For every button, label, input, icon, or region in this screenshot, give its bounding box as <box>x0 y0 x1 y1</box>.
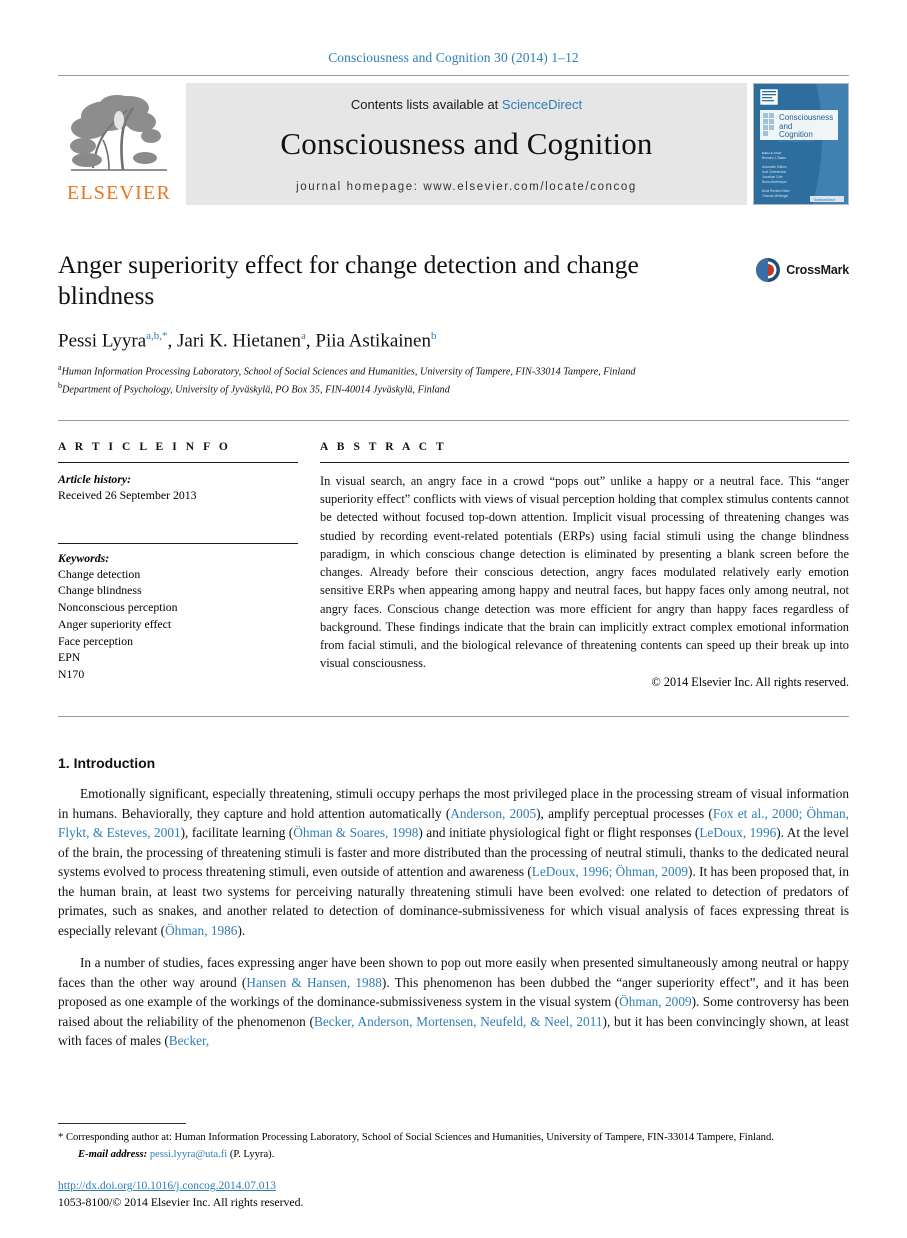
keyword-item: N170 <box>58 667 85 682</box>
svg-text:Editor-in-Chief: Editor-in-Chief <box>762 151 781 155</box>
footnote-area: * Corresponding author at: Human Informa… <box>58 1122 849 1160</box>
affiliation-list: aHuman Information Processing Laboratory… <box>58 362 849 398</box>
email-link[interactable]: pessi.lyyra@uta.fi <box>150 1149 227 1160</box>
abstract-rule <box>320 461 849 463</box>
abstract-body-divider <box>58 716 849 718</box>
keywords-rule <box>58 542 298 544</box>
affiliation-text: Department of Psychology, University of … <box>62 384 450 396</box>
citation-link[interactable]: LeDoux, 1996; Öhman, 2009 <box>532 864 688 879</box>
svg-text:Jonathan Cole: Jonathan Cole <box>762 175 783 179</box>
author-marks: a <box>301 330 306 343</box>
citation-link[interactable]: Öhman, 2009 <box>619 994 692 1009</box>
elsevier-tree-icon <box>63 90 175 182</box>
keywords-list: Change detection Change blindness Noncon… <box>58 566 298 683</box>
keyword-item: EPN <box>58 650 81 665</box>
svg-text:Axel Cleeremans: Axel Cleeremans <box>762 170 787 174</box>
keywords-label: Keywords: <box>58 550 110 565</box>
author-marks: a,b,* <box>146 330 168 343</box>
section-title-introduction: 1. Introduction <box>58 755 156 772</box>
contents-prefix: Contents lists available at <box>350 97 502 112</box>
abstract-text: In visual search, an angry face in a cro… <box>320 473 849 671</box>
citation-link[interactable]: Anderson, 2005 <box>450 806 536 821</box>
title-abstract-divider <box>58 419 849 421</box>
crossmark-icon <box>756 258 781 282</box>
citation-link[interactable]: Becker, Anderson, Mortensen, Neufeld, & … <box>314 1014 603 1029</box>
text-run: ). <box>237 922 246 938</box>
citation-link[interactable]: Öhman & Soares, 1998 <box>293 825 418 840</box>
running-head: Consciousness and Cognition 30 (2014) 1–… <box>328 50 579 65</box>
info-abstract-row: A R T I C L E I N F O Article history: R… <box>58 441 849 691</box>
author-name: Pessi Lyyra <box>58 330 147 352</box>
citation-link[interactable]: Becker, <box>169 1033 209 1048</box>
text-run: ), facilitate learning ( <box>180 825 294 841</box>
intro-paragraph-2: In a number of studies, faces expressing… <box>58 953 849 1050</box>
author-name: Jari K. Hietanen <box>177 330 302 352</box>
sciencedirect-link[interactable]: ScienceDirect <box>502 97 582 112</box>
svg-text:An International Journal: An International Journal <box>779 139 815 143</box>
keyword-item: Face perception <box>58 633 134 648</box>
contents-available-line: Contents lists available at ScienceDirec… <box>351 97 582 112</box>
author-marks: b <box>430 330 437 343</box>
article-history-label: Article history: <box>58 471 132 486</box>
doi-link[interactable]: http://dx.doi.org/10.1016/j.concog.2014.… <box>58 1180 276 1192</box>
keyword-item: Change blindness <box>58 583 142 598</box>
svg-text:Bernard J. Baars: Bernard J. Baars <box>762 156 786 160</box>
svg-text:Consciousness: Consciousness <box>779 113 833 122</box>
corresponding-author-note: * Corresponding author at: Human Informa… <box>58 1131 774 1143</box>
footer-area: http://dx.doi.org/10.1016/j.concog.2014.… <box>58 1176 304 1210</box>
abstract-heading: A B S T R A C T <box>320 440 447 453</box>
journal-band: Contents lists available at ScienceDirec… <box>186 83 747 205</box>
svg-text:Associate Editors: Associate Editors <box>762 165 787 169</box>
article-page: Consciousness and Cognition 30 (2014) 1–… <box>0 0 907 1238</box>
abstract-column: A B S T R A C T In visual search, an ang… <box>320 441 849 691</box>
article-info-rule <box>58 461 298 463</box>
journal-cover-thumbnail: Consciousness and Cognition An Internati… <box>753 83 849 205</box>
affiliation-item: bDepartment of Psychology, University of… <box>58 380 849 398</box>
author-name: Piia Astikainen <box>315 330 431 352</box>
title-block: Anger superiority effect for change dete… <box>58 249 849 398</box>
keywords-block: Keywords: Change detection Change blindn… <box>58 542 298 683</box>
citation-link[interactable]: Öhman, 1986 <box>165 923 237 938</box>
page-title: Anger superiority effect for change dete… <box>58 250 639 311</box>
svg-text:Thomas Metzinger: Thomas Metzinger <box>762 194 789 198</box>
elsevier-logo: ELSEVIER <box>58 83 180 205</box>
svg-text:Bruno Breitmeyer: Bruno Breitmeyer <box>762 180 788 184</box>
article-info-heading: A R T I C L E I N F O <box>58 440 231 453</box>
citation-link[interactable]: LeDoux, 1996 <box>699 825 776 840</box>
affiliation-item: aHuman Information Processing Laboratory… <box>58 362 849 380</box>
keyword-item: Change detection <box>58 566 141 581</box>
intro-paragraph-1: Emotionally significant, especially thre… <box>58 784 849 940</box>
email-note: E-mail address: pessi.lyyra@uta.fi (P. L… <box>58 1149 849 1160</box>
crossmark-badge[interactable]: CrossMark <box>755 257 849 283</box>
header-divider <box>58 75 849 76</box>
text-run: ) and initiate physiological fight or fl… <box>418 825 700 841</box>
article-info-column: A R T I C L E I N F O Article history: R… <box>58 441 298 691</box>
footnote-divider <box>58 1122 186 1124</box>
svg-text:Cognition: Cognition <box>779 130 813 139</box>
journal-homepage: journal homepage: www.elsevier.com/locat… <box>296 181 637 193</box>
journal-masthead: ELSEVIER Contents lists available at Sci… <box>58 83 849 205</box>
citation-link[interactable]: Hansen & Hansen, 1988 <box>246 975 382 990</box>
author-list: Pessi Lyyraa,b,*, Jari K. Hietanena, Pii… <box>58 330 437 352</box>
email-label: E-mail address: <box>78 1149 148 1160</box>
svg-text:Book Review Editor: Book Review Editor <box>762 189 791 193</box>
keyword-item: Anger superiority effect <box>58 616 172 631</box>
journal-title: Consciousness and Cognition <box>280 126 653 161</box>
crossmark-label: CrossMark <box>786 263 849 277</box>
abstract-copyright: © 2014 Elsevier Inc. All rights reserved… <box>651 675 849 690</box>
issn-copyright: 1053-8100/© 2014 Elsevier Inc. All right… <box>58 1195 304 1209</box>
text-run: ), amplify perceptual processes ( <box>536 805 713 821</box>
article-history-value: Received 26 September 2013 <box>58 487 197 502</box>
elsevier-wordmark: ELSEVIER <box>66 182 172 204</box>
affiliation-text: Human Information Processing Laboratory,… <box>61 365 636 377</box>
email-suffix: (P. Lyyra). <box>229 1149 275 1160</box>
svg-text:ScienceDirect: ScienceDirect <box>814 198 835 202</box>
keyword-item: Nonconscious perception <box>58 600 178 615</box>
